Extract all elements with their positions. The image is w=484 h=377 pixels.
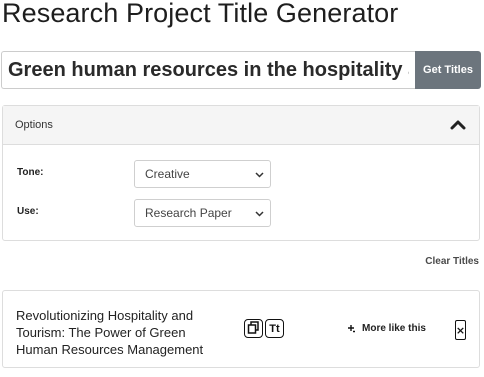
search-row: Get Titles xyxy=(1,51,481,89)
topic-input[interactable] xyxy=(1,51,415,89)
copy-button[interactable] xyxy=(244,319,263,338)
use-select[interactable]: Research Paper xyxy=(134,199,271,227)
get-titles-button[interactable]: Get Titles xyxy=(415,51,481,89)
use-label: Use: xyxy=(17,206,39,217)
copy-icon xyxy=(247,320,260,337)
text-case-icon: Tt xyxy=(269,322,280,335)
close-icon: × xyxy=(455,323,466,337)
tone-select-value: Creative xyxy=(145,167,190,181)
chevron-down-icon xyxy=(255,167,264,181)
more-like-this-label: More like this xyxy=(362,323,426,334)
result-card: Revolutionizing Hospitality and Tourism:… xyxy=(2,290,480,368)
page-title: Research Project Title Generator xyxy=(2,0,399,28)
text-case-button[interactable]: Tt xyxy=(265,319,284,338)
tone-label: Tone: xyxy=(17,167,44,178)
options-header[interactable]: Options xyxy=(3,106,479,145)
options-title: Options xyxy=(15,119,53,131)
tone-select[interactable]: Creative xyxy=(134,160,271,188)
use-select-value: Research Paper xyxy=(145,206,232,220)
tone-row: Tone: Creative xyxy=(3,160,479,188)
chevron-down-icon xyxy=(255,206,264,220)
sparkle-icon xyxy=(347,324,356,333)
clear-titles-link[interactable]: Clear Titles xyxy=(425,256,479,267)
options-panel: Options Tone: Creative Use: Research Pap… xyxy=(2,105,480,241)
result-title: Revolutionizing Hospitality and Tourism:… xyxy=(16,308,204,357)
close-result-button[interactable]: × xyxy=(455,320,466,340)
chevron-up-icon[interactable] xyxy=(449,118,467,132)
more-like-this-button[interactable]: More like this xyxy=(347,323,426,334)
use-row: Use: Research Paper xyxy=(3,199,479,227)
